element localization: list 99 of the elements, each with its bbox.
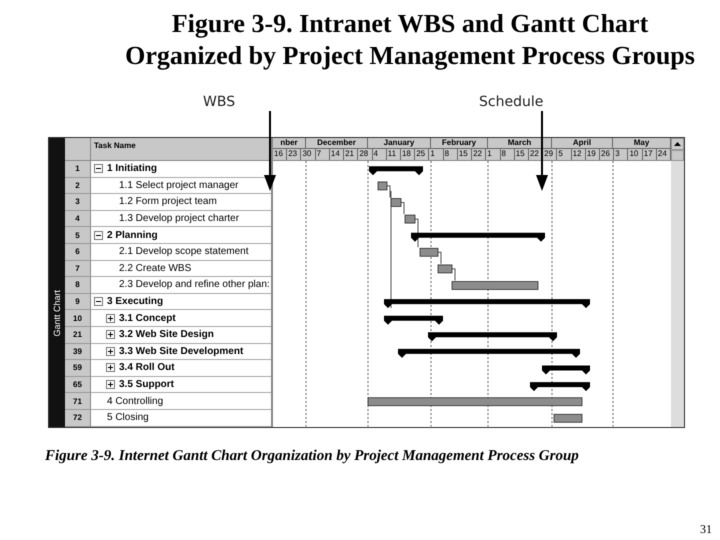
task-name: 1.2 Form project team (119, 196, 217, 208)
expand-icon[interactable] (106, 330, 115, 340)
page-number: 31 (700, 522, 712, 536)
task-name: 3.1 Concept (119, 312, 176, 324)
task-name: 1.3 Develop project charter (119, 213, 240, 224)
callout-label: WBS (203, 94, 236, 111)
row-number: 1 (65, 161, 91, 178)
up-arrow-icon (674, 142, 681, 146)
row-number: 7 (65, 260, 91, 278)
collapse-icon[interactable] (94, 297, 103, 306)
dependency-line (438, 252, 442, 264)
view-label: Gantt Chart (51, 290, 63, 337)
row-number: 9 (65, 294, 91, 310)
task-name: 3.4 Roll Out (119, 362, 175, 374)
row-number: 39 (65, 344, 91, 360)
task-name: 3.2 Web Site Design (119, 329, 214, 340)
summary-bar (369, 166, 423, 176)
week-label: 23 (287, 149, 302, 160)
dependency-line (414, 218, 418, 248)
task-bar (378, 182, 388, 190)
row-number: 21 (65, 326, 91, 344)
row-number: 71 (65, 393, 91, 410)
week-label: 18 (400, 149, 416, 160)
week-label: 7 (316, 149, 330, 160)
callout-label: Schedule (479, 94, 544, 111)
dependency-line (400, 202, 404, 215)
scroll-up-button[interactable] (671, 138, 684, 150)
week-label: 22 (472, 149, 486, 160)
month-label: February (431, 138, 488, 149)
row-number: 10 (65, 310, 91, 327)
week-label: 10 (628, 149, 643, 160)
task-bar (554, 414, 582, 423)
week-label: 28 (358, 149, 373, 160)
week-label: 29 (543, 149, 558, 160)
task-name: 3.3 Web Site Development (119, 346, 244, 357)
row-number: 4 (65, 210, 91, 228)
week-label: 22 (528, 149, 544, 160)
week-label: 3 (614, 149, 628, 160)
week-label: 19 (586, 149, 600, 160)
week-label: 8 (444, 149, 458, 160)
month-label: December (306, 138, 368, 149)
week-label: 30 (301, 149, 316, 160)
week-label: 17 (642, 149, 657, 160)
summary-bar (542, 366, 590, 374)
month-label: April (552, 138, 613, 149)
task-name: 4 Controlling (107, 396, 164, 407)
header-cell (65, 138, 91, 161)
week-label: 15 (514, 149, 529, 160)
week-label: 12 (572, 149, 586, 160)
week-label: 1 (429, 149, 444, 160)
task-name: 3 Executing (107, 296, 164, 308)
row-number: 5 (65, 227, 91, 244)
expand-icon[interactable] (106, 363, 115, 372)
collapse-icon[interactable] (94, 230, 103, 240)
expand-icon[interactable] (106, 314, 115, 323)
task-name: 2.2 Create WBS (119, 262, 192, 274)
row-number: 72 (65, 410, 91, 426)
row-number: 65 (65, 376, 91, 394)
slide-title: Figure 3-9. Intranet WBS and Gantt Chart (170, 8, 650, 40)
task-bar (404, 214, 416, 224)
task-name: 2 Planning (107, 230, 158, 241)
row-number: 6 (65, 244, 91, 261)
task-name: 3.5 Support (119, 379, 174, 390)
task-name: 2.1 Develop scope statement (119, 246, 249, 258)
collapse-icon[interactable] (94, 164, 103, 174)
task-bar (420, 248, 438, 257)
expand-icon[interactable] (106, 346, 115, 356)
week-label: 5 (557, 149, 572, 160)
row-number: 59 (65, 360, 91, 377)
week-label: 14 (330, 149, 344, 160)
week-label: 1 (486, 149, 500, 160)
task-bar (438, 264, 452, 274)
dependency-line (452, 268, 456, 281)
week-label: 4 (372, 149, 387, 160)
month-label: January (368, 138, 431, 149)
task-name: 1 Initiating (107, 163, 157, 174)
week-label: 16 (273, 149, 288, 160)
summary-bar (530, 382, 590, 392)
task-name: 1.1 Select project manager (119, 180, 239, 191)
week-label: 15 (458, 149, 472, 160)
summary-bar (384, 316, 443, 325)
week-label: 21 (344, 149, 358, 160)
row-number: 2 (65, 178, 91, 194)
row-number: 3 (65, 194, 91, 211)
task-name: 2.3 Develop and refine other plan: (119, 279, 270, 290)
week-label: 11 (386, 149, 401, 160)
row-number: 8 (65, 277, 91, 294)
figure-caption: Figure 3-9. Internet Gantt Chart Organization by Project Management Process Group (45, 447, 580, 465)
week-label: 25 (415, 149, 430, 160)
column-header: Task Name (91, 138, 271, 161)
scrollbar-thumb[interactable] (671, 150, 684, 161)
task-bar (390, 198, 402, 207)
week-label: 26 (600, 149, 614, 160)
week-label: 8 (500, 149, 515, 160)
expand-icon[interactable] (106, 380, 115, 390)
month-label: nber (273, 138, 306, 149)
task-name: 5 Closing (107, 412, 149, 424)
slide-title: Organized by Project Management Process Groups (124, 40, 696, 72)
month-label: March (488, 138, 552, 149)
